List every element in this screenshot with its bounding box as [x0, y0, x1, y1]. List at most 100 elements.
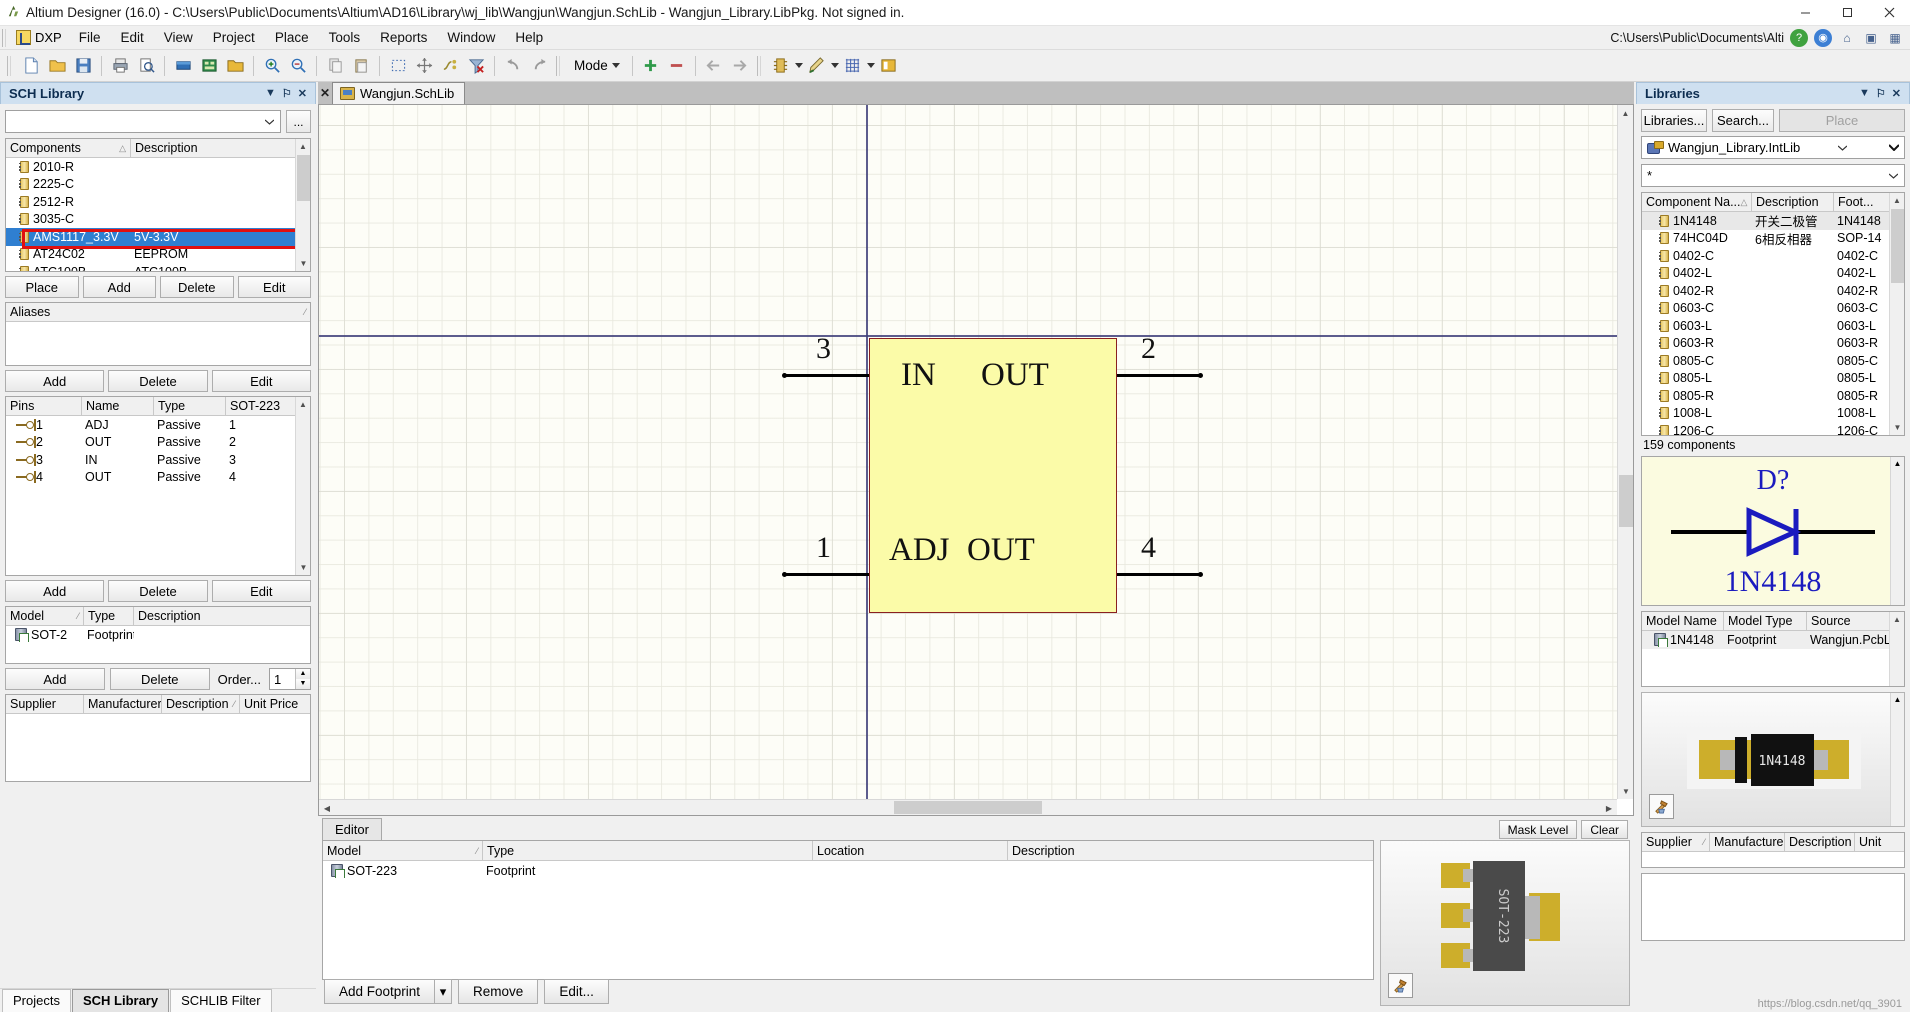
pin-wire-3[interactable]: [785, 374, 869, 377]
table-row[interactable]: 0805-R 0805-R: [1642, 387, 1889, 405]
panel-icon[interactable]: [877, 54, 901, 78]
scrollbar-thumb[interactable]: [894, 801, 1042, 814]
table-row[interactable]: 4 OUT Passive 4: [6, 469, 295, 487]
footprint-preview-sot223[interactable]: SOT-223: [1380, 840, 1630, 1006]
place-part-icon[interactable]: [769, 54, 793, 78]
table-row[interactable]: 0603-R 0603-R: [1642, 335, 1889, 353]
pins-grid[interactable]: Pins Name Type SOT-223 1 ADJ Passive 1 2 OUT…: [5, 396, 311, 576]
scrollbar-thumb[interactable]: [1891, 209, 1904, 283]
edit-alias-button[interactable]: Edit: [211, 370, 311, 392]
minus-icon[interactable]: [665, 54, 689, 78]
redo-icon[interactable]: [527, 54, 551, 78]
delete-component-button[interactable]: Delete: [160, 276, 234, 298]
move-icon[interactable]: [412, 54, 436, 78]
table-row[interactable]: 1 ADJ Passive 1: [6, 416, 295, 434]
order-stepper[interactable]: 1 ▲ ▼: [269, 668, 312, 690]
scroll-down-icon[interactable]: ▼: [296, 560, 310, 575]
folder-open-icon[interactable]: [223, 54, 247, 78]
table-row[interactable]: 3 IN Passive 3: [6, 451, 295, 469]
search-button[interactable]: Search...: [1712, 109, 1774, 132]
table-row[interactable]: 0402-L 0402-L: [1642, 265, 1889, 283]
scroll-down-icon[interactable]: ▼: [1618, 783, 1633, 799]
menu-item-view[interactable]: View: [154, 27, 203, 48]
table-row[interactable]: 1008-L 1008-L: [1642, 405, 1889, 423]
undo-icon[interactable]: [501, 54, 525, 78]
zoom-in-icon[interactable]: [260, 54, 284, 78]
tab-projects[interactable]: Projects: [2, 989, 71, 1012]
library-model-grid[interactable]: Model Name Model Type Source ⁄ 1N4148 Fo…: [1641, 611, 1905, 687]
grid-icon[interactable]: [841, 54, 865, 78]
library-filter-combo[interactable]: *: [1641, 164, 1905, 187]
scrollbar-thumb[interactable]: [1619, 475, 1633, 527]
tab-editor[interactable]: Editor: [322, 818, 382, 840]
mode-dropdown[interactable]: Mode: [568, 58, 626, 73]
table-row[interactable]: 74HC04D 6相反相器 SOP-14: [1642, 230, 1889, 248]
table-row[interactable]: 0805-C 0805-C: [1642, 352, 1889, 370]
copy-icon[interactable]: [323, 54, 347, 78]
library-select-combo[interactable]: Wangjun_Library.IntLib: [1641, 136, 1905, 159]
window-icon[interactable]: ▣: [1862, 29, 1880, 47]
table-row[interactable]: 1206-C 1206-C: [1642, 422, 1889, 435]
paste-icon[interactable]: [349, 54, 373, 78]
tab-schlib-filter[interactable]: SCHLIB Filter: [170, 989, 272, 1012]
wire-icon[interactable]: [438, 54, 462, 78]
libraries-pin-icon[interactable]: ⚐: [1876, 87, 1886, 100]
library-components-scrollbar[interactable]: ▲ ▼: [1889, 193, 1904, 435]
place-component-button[interactable]: Place: [1779, 109, 1905, 132]
menu-item-window[interactable]: Window: [437, 27, 505, 48]
library-dropdown-icon[interactable]: [1885, 138, 1902, 157]
scroll-right-icon[interactable]: ▶: [1601, 800, 1617, 815]
table-row[interactable]: 2225-C: [6, 176, 295, 194]
zoom-out-icon[interactable]: [286, 54, 310, 78]
libraries-button[interactable]: Libraries...: [1641, 109, 1707, 132]
scroll-up-icon[interactable]: ▲: [296, 397, 310, 412]
sch-filter-combo[interactable]: [5, 110, 281, 133]
tab-sch-library[interactable]: SCH Library: [71, 989, 170, 1012]
select-area-icon[interactable]: [386, 54, 410, 78]
table-row-selected[interactable]: AMS1117_3.3V 5V-3.3V: [6, 228, 295, 246]
add-footprint-button[interactable]: Add Footprint: [324, 979, 436, 1004]
library-supplier-detail-box[interactable]: [1641, 873, 1905, 941]
add-footprint-split-button[interactable]: Add Footprint ▾: [324, 979, 453, 1004]
symbol-preview-scrollbar[interactable]: ▲: [1890, 457, 1904, 605]
scroll-up-icon[interactable]: ▲: [1890, 193, 1904, 208]
table-row[interactable]: 2010-R: [6, 158, 295, 176]
menu-item-dxp[interactable]: DXP: [12, 29, 69, 46]
annotate-icon[interactable]: [805, 54, 829, 78]
scroll-down-icon[interactable]: ▼: [296, 256, 310, 271]
table-row[interactable]: 0603-L 0603-L: [1642, 317, 1889, 335]
sch-library-close-icon[interactable]: ✕: [298, 87, 307, 100]
symbol-preview[interactable]: D? 1N4148 ▲: [1641, 456, 1905, 606]
chevron-down-icon[interactable]: [1834, 138, 1851, 157]
pin-wire-1[interactable]: [785, 573, 869, 576]
components-scrollbar[interactable]: ▲ ▼: [295, 139, 310, 271]
schematic-editor[interactable]: IN OUT ADJ OUT 3 2 1 4 ▲ ▼ ◀ ▶: [318, 104, 1634, 816]
menu-item-tools[interactable]: Tools: [319, 27, 371, 48]
sch-library-menu-icon[interactable]: ▼: [265, 87, 276, 100]
table-row[interactable]: SOT-2 Footprint: [6, 626, 295, 644]
menu-item-reports[interactable]: Reports: [370, 27, 437, 48]
spin-up-icon[interactable]: ▲: [296, 669, 311, 679]
close-button[interactable]: [1868, 0, 1910, 26]
table-row[interactable]: AT24C02 EEPROM: [6, 246, 295, 264]
model-list-grid[interactable]: Model ⁄ Type Location Description SOT-22…: [322, 840, 1374, 980]
library-footprint-scrollbar[interactable]: ▲: [1890, 693, 1904, 826]
menu-item-help[interactable]: Help: [505, 27, 553, 48]
menu-item-project[interactable]: Project: [203, 27, 265, 48]
library-supplier-grid[interactable]: Supplier ⁄ Manufacturer Description Unit: [1641, 832, 1905, 868]
menu-item-place[interactable]: Place: [265, 27, 319, 48]
add-component-button[interactable]: Add: [82, 276, 156, 298]
chevron-down-icon[interactable]: [1885, 166, 1902, 185]
panels-icon[interactable]: ▦: [1886, 29, 1904, 47]
maximize-button[interactable]: [1826, 0, 1868, 26]
table-row[interactable]: 0402-C 0402-C: [1642, 247, 1889, 265]
add-alias-button[interactable]: Add: [5, 370, 105, 392]
globe-icon[interactable]: ◉: [1814, 28, 1832, 47]
add-model-button[interactable]: Add: [5, 668, 105, 690]
models-grid[interactable]: Model ⁄ Type Description SOT-2 Footprint: [5, 606, 311, 664]
table-row[interactable]: 2 OUT Passive 2: [6, 434, 295, 452]
remove-model-button[interactable]: Remove: [458, 979, 539, 1004]
component-icon[interactable]: [171, 54, 195, 78]
menu-grip[interactable]: [2, 28, 10, 47]
hammer-filter-icon[interactable]: [1388, 973, 1413, 998]
